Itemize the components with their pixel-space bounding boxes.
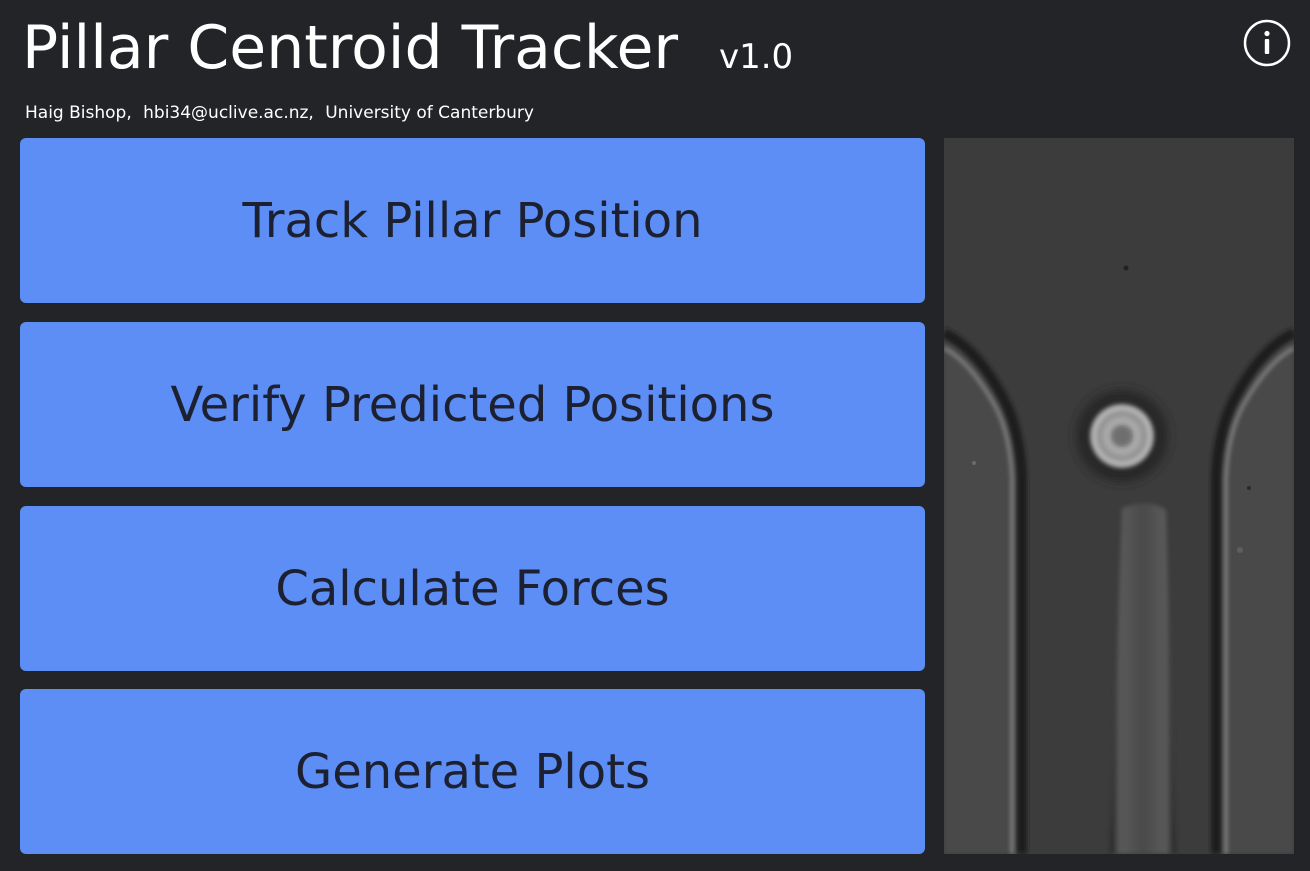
calculate-forces-button[interactable]: Calculate Forces [20,506,925,671]
credits-line: Haig Bishop, hbi34@uclive.ac.nz, Univers… [25,102,540,124]
app-title: Pillar Centroid Tracker [22,13,679,83]
track-pillar-position-button[interactable]: Track Pillar Position [20,138,925,303]
pillar-microscopy-image [944,138,1294,854]
author-email: hbi34@uclive.ac.nz, [143,103,314,123]
version-label: v1.0 [719,37,794,77]
verify-predicted-positions-button[interactable]: Verify Predicted Positions [20,322,925,487]
info-circle-icon [1243,19,1291,67]
institution-name: University of Canterbury [325,103,534,123]
author-name: Haig Bishop, [25,103,132,123]
info-button[interactable] [1243,19,1291,67]
generate-plots-button[interactable]: Generate Plots [20,689,925,854]
